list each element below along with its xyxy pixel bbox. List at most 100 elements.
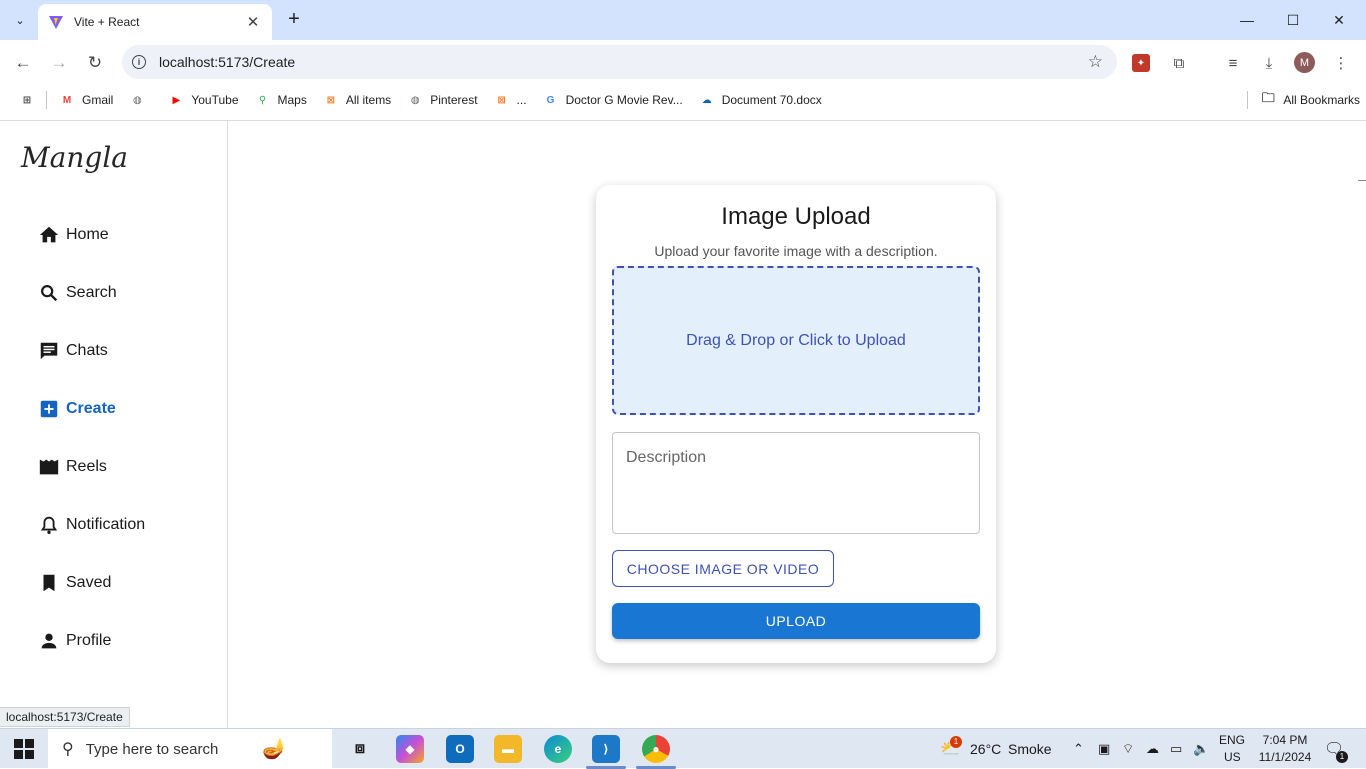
bookmark-label: Maps [277, 93, 307, 107]
bookmark-label: Gmail [82, 93, 114, 107]
search-icon: ⚲ [62, 741, 74, 758]
sidebar-item-notification[interactable]: Notification [38, 511, 145, 539]
notification-count-badge: 1 [1336, 751, 1348, 763]
bookmark-item[interactable]: G Doctor G Movie Rev... [543, 92, 683, 108]
address-bar-url[interactable]: localhost:5173/Create [159, 54, 1088, 70]
bell-icon [40, 516, 58, 534]
meet-now-icon[interactable]: ▣ [1098, 741, 1110, 757]
globe-icon: ◍ [410, 94, 420, 106]
search-icon [41, 285, 58, 302]
dropzone-label: Drag & Drop or Click to Upload [686, 331, 906, 349]
bookmark-item[interactable]: ☁ Document 70.docx [699, 92, 822, 108]
profile-avatar[interactable]: M [1294, 52, 1315, 73]
weather-temperature[interactable]: 26°C [970, 741, 1001, 757]
upload-button[interactable]: UPLOAD [612, 603, 980, 639]
sidebar: Mangla Home Search Chats Create Reels No… [0, 121, 228, 728]
brand-logo[interactable]: Mangla [21, 141, 128, 174]
site-info-icon[interactable]: i [132, 55, 146, 69]
chevron-down-icon: ⌄ [15, 14, 25, 27]
maximize-window-icon[interactable]: ☐ [1270, 0, 1316, 40]
sidebar-item-label: Saved [66, 574, 112, 591]
bookmark-item[interactable]: ▶ YouTube [168, 92, 238, 108]
back-arrow-icon[interactable]: ← [10, 50, 36, 76]
download-icon[interactable]: ⤓ [1258, 52, 1280, 74]
forward-arrow-icon[interactable]: → [46, 50, 72, 76]
scrollbar-marker [1358, 180, 1366, 181]
edge-icon[interactable]: e [544, 735, 572, 763]
file-explorer-icon[interactable]: ▬ [494, 735, 522, 763]
tab-search-button[interactable]: ⌄ [8, 8, 32, 32]
more-menu-icon[interactable]: ⋮ [1330, 52, 1352, 74]
xampp-icon: ⊠ [497, 94, 506, 106]
bookmarks-separator [46, 91, 47, 109]
bookmark-label: Document 70.docx [721, 93, 822, 107]
bookmark-star-icon[interactable]: ☆ [1088, 52, 1103, 72]
task-view-icon[interactable]: ⧈ [346, 735, 374, 763]
clock-time[interactable]: 7:04 PM [1260, 733, 1310, 747]
sidebar-item-create[interactable]: Create [38, 395, 116, 423]
globe-icon: ◍ [132, 94, 142, 106]
sidebar-item-profile[interactable]: Profile [38, 627, 111, 655]
sidebar-item-label: Reels [66, 458, 107, 475]
bookmark-item[interactable]: M Gmail [59, 92, 114, 108]
choose-media-button[interactable]: CHOOSE IMAGE OR VIDEO [612, 550, 834, 587]
page-subtitle: Upload your favorite image with a descri… [654, 243, 938, 259]
extension-app-icon[interactable]: ✦ [1132, 54, 1150, 72]
minimize-window-icon[interactable]: — [1224, 0, 1270, 40]
outlook-icon[interactable]: O [446, 735, 474, 763]
new-tab-button[interactable]: + [282, 8, 306, 32]
sidebar-item-chats[interactable]: Chats [38, 337, 108, 365]
movie-icon [39, 459, 59, 475]
windows-start-icon[interactable] [14, 739, 34, 759]
extensions-puzzle-icon[interactable]: ⧉ [1168, 52, 1190, 74]
image-upload-card: Image Upload Upload your favorite image … [596, 185, 996, 663]
chevron-up-icon[interactable]: ⌃ [1073, 741, 1084, 757]
sidebar-item-label: Create [66, 400, 116, 417]
tab-title: Vite + React [74, 15, 140, 29]
media-control-icon[interactable]: ≡ [1222, 52, 1244, 74]
battery-icon[interactable]: ▭ [1170, 741, 1182, 757]
sidebar-item-saved[interactable]: Saved [38, 569, 111, 597]
home-icon [39, 226, 59, 243]
person-icon [41, 633, 57, 649]
bookmark-item[interactable]: ⚲ Maps [255, 92, 307, 108]
close-tab-icon[interactable]: ✕ [244, 13, 262, 31]
taskbar-search-box[interactable]: ⚲ Type here to search 🪔 [48, 729, 332, 769]
page-title: Image Upload [721, 203, 871, 230]
volume-icon[interactable]: 🔈 [1193, 741, 1209, 757]
apps-grid-icon[interactable]: ⊞ [19, 92, 35, 108]
address-bar[interactable]: i localhost:5173/Create ☆ [122, 45, 1117, 79]
browser-tab-active[interactable]: Vite + React ✕ [38, 4, 272, 40]
bookmark-label: ... [516, 93, 527, 107]
taskbar-search-placeholder: Type here to search [85, 740, 219, 758]
google-icon: G [546, 94, 555, 106]
network-icon[interactable]: ⌔ [1122, 741, 1134, 757]
bookmark-item[interactable]: ⊠... [494, 92, 527, 108]
description-field[interactable] [612, 432, 980, 534]
bookmark-icon [43, 574, 55, 592]
vscode-icon[interactable]: ⟩ [592, 735, 620, 763]
bookmark-item[interactable]: ◍ [129, 92, 152, 108]
bookmarks-separator [1247, 91, 1249, 109]
all-bookmarks-button[interactable]: 🗀 All Bookmarks [1243, 90, 1360, 109]
sidebar-item-home[interactable]: Home [38, 221, 109, 249]
reload-icon[interactable]: ↻ [82, 50, 108, 76]
xampp-icon: ⊠ [326, 94, 336, 106]
maps-pin-icon: ⚲ [258, 94, 267, 106]
chrome-icon[interactable]: ● [642, 735, 670, 763]
clock-date[interactable]: 11/1/2024 [1252, 750, 1318, 764]
sidebar-item-reels[interactable]: Reels [38, 453, 107, 481]
region-indicator[interactable]: US [1224, 750, 1241, 764]
bookmark-item[interactable]: ◍ Pinterest [407, 92, 478, 108]
onedrive-tray-icon[interactable]: ☁ [1146, 741, 1159, 757]
bookmark-label: Pinterest [430, 93, 478, 107]
close-window-icon[interactable]: ✕ [1316, 0, 1362, 40]
add-box-icon [40, 400, 58, 418]
bookmark-item[interactable]: ⊠ All items [323, 92, 392, 108]
sidebar-item-search[interactable]: Search [38, 279, 117, 307]
sidebar-item-label: Notification [66, 516, 146, 533]
upload-dropzone[interactable]: Drag & Drop or Click to Upload [612, 266, 980, 415]
language-indicator[interactable]: ENG [1219, 733, 1245, 747]
copilot-icon[interactable]: ◆ [396, 735, 424, 763]
weather-description[interactable]: Smoke [1008, 741, 1052, 757]
